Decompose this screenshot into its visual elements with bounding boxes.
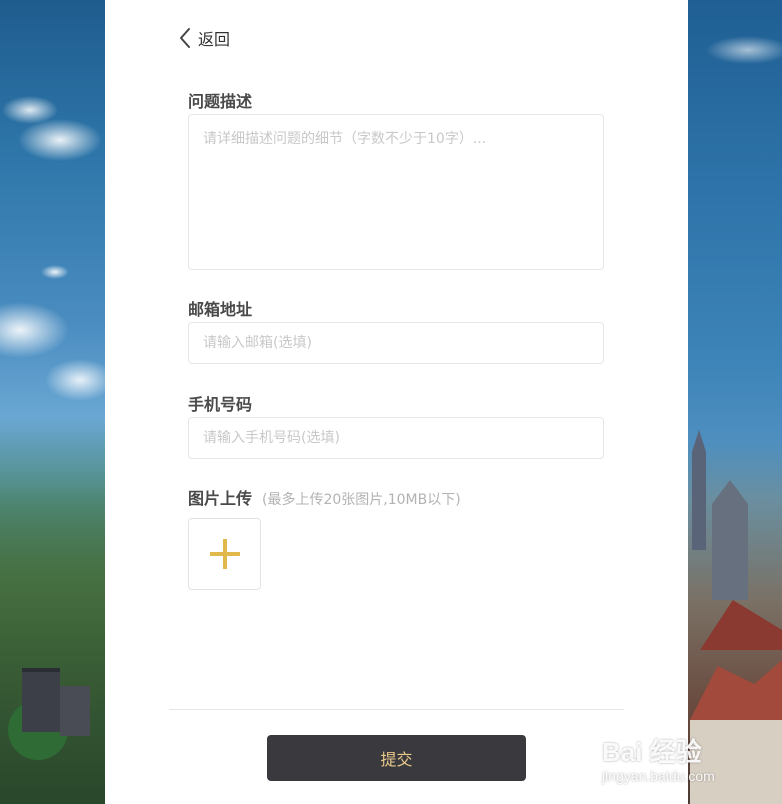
submit-button[interactable]: 提交 bbox=[267, 735, 526, 781]
watermark-brand: Bai 经验 bbox=[602, 737, 702, 767]
footer-divider bbox=[169, 709, 624, 710]
back-button[interactable]: 返回 bbox=[178, 24, 230, 52]
background-spire bbox=[692, 430, 706, 550]
background-castle-left-2 bbox=[60, 686, 90, 736]
plus-icon bbox=[209, 539, 240, 569]
image-upload-label-row: 图片上传 (最多上传20张图片,10MB以下) bbox=[188, 485, 461, 509]
email-input[interactable] bbox=[188, 322, 604, 364]
phone-input[interactable] bbox=[188, 417, 604, 459]
image-upload-label: 图片上传 bbox=[188, 489, 253, 508]
back-label: 返回 bbox=[198, 30, 231, 49]
description-textarea[interactable] bbox=[188, 114, 604, 270]
email-label: 邮箱地址 bbox=[188, 300, 253, 319]
background-tower bbox=[712, 480, 748, 600]
image-upload-button[interactable] bbox=[188, 518, 261, 590]
background-castle-left bbox=[22, 668, 60, 732]
image-upload-hint: (最多上传20张图片,10MB以下) bbox=[262, 492, 461, 508]
screen: 返回 问题描述 邮箱地址 手机号码 图片上传 (最多上传20张图片,10MB以下)… bbox=[0, 0, 782, 804]
chevron-left-icon bbox=[180, 28, 190, 48]
watermark-url: jingyan.baidu.com bbox=[602, 768, 715, 784]
baidu-watermark: Bai 经验 jingyan.baidu.com bbox=[594, 732, 754, 792]
phone-label: 手机号码 bbox=[188, 395, 253, 414]
description-label: 问题描述 bbox=[188, 92, 253, 111]
